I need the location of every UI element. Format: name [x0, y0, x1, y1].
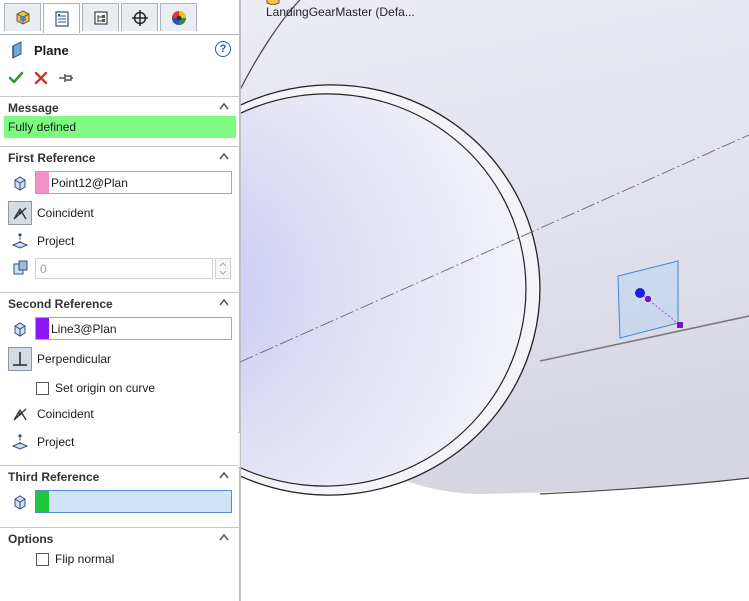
- checkbox-box: [36, 552, 49, 566]
- document-title: LandingGearMaster (Defa...: [266, 0, 415, 19]
- configuration-manager-tab[interactable]: [82, 3, 119, 31]
- selection-box-icon: [8, 490, 32, 514]
- collapse-chevron-icon: [219, 102, 229, 110]
- selection-box-icon: [8, 317, 32, 341]
- ok-check-icon: [8, 71, 24, 83]
- plane-icon: [12, 41, 22, 59]
- coincident-icon: [13, 408, 27, 421]
- manager-tabs: [0, 3, 239, 35]
- second-reference-color-swatch: [36, 318, 49, 339]
- first-reference-header[interactable]: First Reference: [0, 146, 239, 168]
- dimxpert-icon: [131, 9, 148, 26]
- distance-spinner[interactable]: [215, 258, 231, 279]
- second-reference-header[interactable]: Second Reference: [0, 292, 239, 314]
- pushpin-icon: [59, 73, 73, 82]
- first-project-option[interactable]: Project: [8, 229, 74, 253]
- project-icon: [11, 233, 29, 249]
- display-manager-icon: [171, 10, 186, 25]
- third-reference-color-swatch: [36, 491, 49, 512]
- feature-manager-icon: [16, 9, 29, 25]
- checkbox-box: [36, 381, 49, 395]
- spinner-arrows-icon: [219, 262, 227, 275]
- property-manager-panel: Plane ? Message Fully defined First Refe…: [0, 0, 240, 601]
- action-buttons: [8, 70, 74, 88]
- cancel-button[interactable]: [34, 71, 48, 88]
- second-project-option[interactable]: Project: [8, 430, 74, 454]
- dimxpert-manager-tab[interactable]: [121, 3, 158, 31]
- third-reference-selection-row: [8, 490, 32, 514]
- collapse-chevron-icon: [219, 533, 229, 541]
- ok-button[interactable]: [8, 70, 24, 89]
- status-message: Fully defined: [4, 116, 236, 138]
- distance-icon: [13, 260, 28, 275]
- line-endpoint-handle[interactable]: [677, 322, 683, 328]
- point12-marker[interactable]: [635, 288, 645, 298]
- collapse-chevron-icon: [219, 471, 229, 479]
- message-section-header[interactable]: Message: [0, 96, 239, 118]
- page-title: Plane: [34, 42, 69, 58]
- feature-manager-tab[interactable]: [4, 3, 41, 31]
- first-reference-color-swatch: [36, 172, 49, 193]
- configuration-manager-icon: [93, 10, 108, 25]
- coincident-icon: [13, 207, 27, 220]
- property-manager-title: Plane: [10, 40, 69, 60]
- cancel-x-icon: [34, 71, 48, 84]
- second-coincident-option[interactable]: Coincident: [8, 402, 94, 426]
- first-reference-selection-row: [8, 171, 32, 195]
- selection-box-icon: [8, 171, 32, 195]
- set-origin-on-curve-checkbox[interactable]: Set origin on curve: [36, 381, 155, 395]
- flip-normal-checkbox[interactable]: Flip normal: [36, 552, 114, 566]
- project-icon: [11, 434, 29, 450]
- perpendicular-icon: [13, 352, 27, 366]
- graphics-area[interactable]: LandingGearMaster (Defa...: [240, 0, 749, 601]
- collapse-chevron-icon: [219, 152, 229, 160]
- perpendicular-option[interactable]: Perpendicular: [8, 347, 111, 371]
- property-manager-tab[interactable]: [43, 3, 80, 33]
- third-reference-field[interactable]: [35, 490, 232, 513]
- help-button[interactable]: ?: [215, 41, 231, 57]
- first-reference-field[interactable]: Point12@Plan: [35, 171, 232, 194]
- second-reference-field[interactable]: Line3@Plan: [35, 317, 232, 340]
- display-manager-tab[interactable]: [160, 3, 197, 31]
- options-header[interactable]: Options: [0, 527, 239, 549]
- third-reference-header[interactable]: Third Reference: [0, 465, 239, 487]
- second-reference-selection-row: [8, 317, 32, 341]
- first-distance-row: [8, 256, 32, 280]
- keep-visible-button[interactable]: [58, 71, 74, 88]
- property-manager-icon: [54, 10, 69, 27]
- first-coincident-option[interactable]: Coincident: [8, 201, 94, 225]
- model-view[interactable]: [240, 0, 749, 601]
- collapse-chevron-icon: [219, 298, 229, 306]
- distance-input[interactable]: 0: [35, 258, 213, 279]
